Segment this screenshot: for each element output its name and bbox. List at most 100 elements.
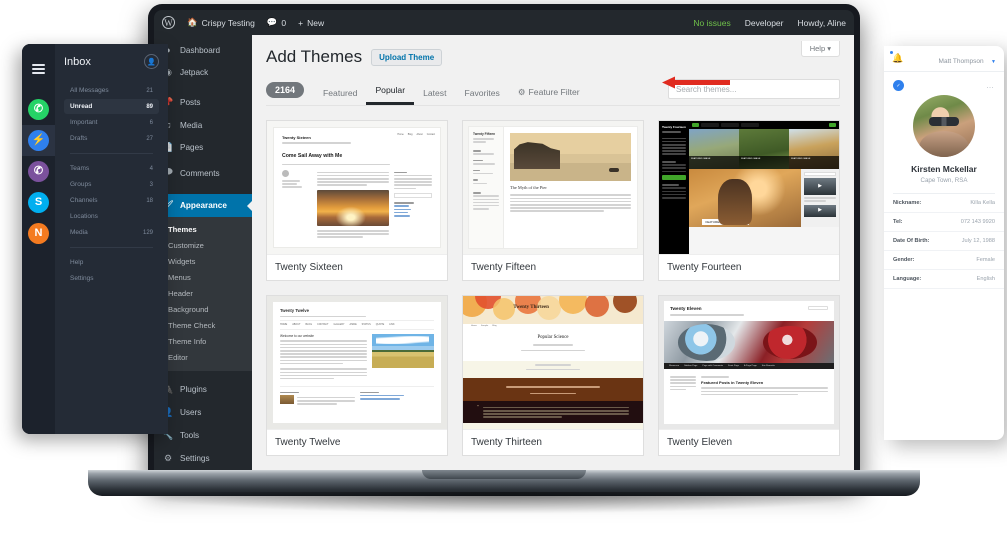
upload-theme-button[interactable]: Upload Theme	[371, 48, 443, 66]
sidebar-item-plugins[interactable]: 🔌 Plugins	[154, 378, 252, 401]
sidebar-item-pages[interactable]: 📄 Pages	[154, 136, 252, 159]
whatsapp-icon: ✆	[28, 99, 49, 120]
theme-card[interactable]: Twenty Sixteen Home Blog About Contact Come…	[266, 120, 448, 281]
chat-nav-unread[interactable]: Unread 89	[64, 99, 159, 114]
sidebar-item-settings[interactable]: ⚙ Settings	[154, 447, 252, 470]
feature-filter-button[interactable]: ⚙ Feature Filter	[509, 83, 589, 105]
theme-card[interactable]: Twenty Thirteen Home Sample Blog Popular S…	[462, 295, 644, 456]
sidebar-label: Jetpack	[180, 68, 209, 77]
theme-filter-bar: 2164 Featured Popular Latest Favorites ⚙…	[266, 79, 840, 106]
chat-list-panel: Inbox 👤 All Messages 21 Unread 89 Import…	[55, 44, 168, 434]
new-content-button[interactable]: + New	[298, 18, 324, 28]
sidebar-item-appearance[interactable]: 🖌 Appearance	[154, 194, 252, 217]
wp-main-content: Help ▾ Add Themes Upload Theme 2164 Feat…	[252, 35, 854, 476]
wp-admin-sidebar: ◑ Dashboard ◉ Jetpack 📌 Posts ♫ Media	[154, 35, 252, 476]
account-menu-button[interactable]: Matt Thompson ▼	[939, 50, 996, 68]
no-issues-status[interactable]: No issues	[693, 18, 730, 28]
theme-preview-twenty-fourteen: Twenty Fourteen FEATURED IMAGE FEATURED …	[659, 121, 839, 254]
nav-label: Channels	[70, 197, 98, 204]
site-name-button[interactable]: 🏠 Crispy Testing	[187, 17, 255, 28]
app-rail-item-nimbuzz[interactable]: N	[22, 218, 55, 249]
theme-count-badge: 2164	[266, 82, 305, 98]
tab-popular[interactable]: Popular	[366, 81, 415, 105]
wordpress-logo-button[interactable]: W	[162, 16, 175, 29]
chat-nav-locations[interactable]: Locations	[64, 209, 159, 224]
submenu-item-editor[interactable]: Editor	[154, 349, 252, 365]
field-value: Female	[976, 257, 995, 263]
gear-icon: ⚙	[517, 87, 526, 97]
submenu-item-theme-check[interactable]: Theme Check	[154, 317, 252, 333]
submenu-item-theme-info[interactable]: Theme Info	[154, 333, 252, 349]
sidebar-label: Users	[180, 408, 202, 417]
chat-nav-drafts[interactable]: Drafts 27	[64, 131, 159, 146]
preview-search-box	[808, 306, 828, 310]
sidebar-separator	[154, 371, 252, 378]
chat-nav-help[interactable]: Help	[64, 255, 159, 270]
home-icon: 🏠	[187, 17, 198, 27]
contact-field-list: Nickname: Killa Kella Tel: 072 143 9920 …	[884, 194, 1004, 289]
submenu-item-header[interactable]: Header	[154, 285, 252, 301]
sidebar-item-dashboard[interactable]: ◑ Dashboard	[154, 39, 252, 61]
tab-latest[interactable]: Latest	[414, 84, 455, 105]
nav-count: 89	[146, 103, 153, 110]
submenu-item-background[interactable]: Background	[154, 301, 252, 317]
sidebar-item-comments[interactable]: 🗩 Comments	[154, 159, 252, 187]
contact-field-gender: Gender: Female	[884, 251, 1004, 270]
comments-button[interactable]: 💬 0	[267, 17, 286, 28]
page-title: Add Themes	[266, 47, 363, 66]
chat-nav-media[interactable]: Media 129	[64, 225, 159, 240]
sidebar-item-users[interactable]: 👤 Users	[154, 401, 252, 424]
add-person-icon[interactable]: 👤	[144, 54, 159, 69]
submenu-item-customize[interactable]: Customize	[154, 237, 252, 253]
appearance-submenu: Themes Customize Widgets Menus Header Ba…	[154, 217, 252, 371]
preview-hero-image	[317, 190, 389, 227]
theme-preview-twenty-sixteen: Twenty Sixteen Home Blog About Contact Come…	[267, 121, 447, 254]
theme-card[interactable]: Twenty Fourteen FEATURED IMAGE FEATURED …	[658, 120, 840, 281]
theme-card[interactable]: Twenty Fifteen The Myth of the Pier Twen…	[462, 120, 644, 281]
nav-label: Important	[70, 119, 98, 126]
theme-card[interactable]: Twenty Twelve HOME ABOUT BLOG CONTACT GALLER…	[266, 295, 448, 456]
nav-count: 3	[149, 181, 153, 188]
sidebar-label: Settings	[180, 454, 210, 463]
app-rail-item-skype[interactable]: S	[22, 187, 55, 218]
sidebar-item-tools[interactable]: 🔧 Tools	[154, 424, 252, 447]
theme-screenshot: Twenty Sixteen Home Blog About Contact Come…	[267, 121, 447, 254]
submenu-item-themes[interactable]: Themes	[154, 221, 252, 237]
sidebar-item-media[interactable]: ♫ Media	[154, 114, 252, 136]
sidebar-label: Media	[180, 120, 203, 130]
theme-card[interactable]: Twenty Eleven Showcase Sidebar Page Page w…	[658, 295, 840, 456]
nav-label: Unread	[70, 103, 93, 110]
submenu-item-menus[interactable]: Menus	[154, 269, 252, 285]
nav-label: Drafts	[70, 135, 88, 142]
nav-label: Teams	[70, 165, 90, 172]
preview-site-title: Twenty Fifteen	[473, 132, 496, 136]
tab-featured[interactable]: Featured	[314, 84, 366, 105]
account-menu[interactable]: Howdy, Aline	[797, 18, 846, 28]
app-rail-item-viber[interactable]: ✆	[22, 156, 55, 187]
more-options-icon[interactable]: …	[986, 81, 995, 90]
contact-profile: ✓ … Kirsten Mckellar Cape Town, RSA	[884, 72, 1004, 194]
app-rail-item-whatsapp[interactable]: ✆	[22, 94, 55, 125]
hamburger-menu-button[interactable]	[22, 54, 55, 84]
chat-nav-all-messages[interactable]: All Messages 21	[64, 83, 159, 98]
field-key: Nickname:	[893, 200, 922, 206]
submenu-item-widgets[interactable]: Widgets	[154, 253, 252, 269]
field-value: English	[976, 276, 995, 282]
tab-favorites[interactable]: Favorites	[455, 84, 508, 105]
chat-nav-settings[interactable]: Settings	[64, 271, 159, 286]
sidebar-item-jetpack[interactable]: ◉ Jetpack	[154, 61, 252, 84]
bell-icon[interactable]: 🔔	[889, 51, 903, 64]
chat-nav-important[interactable]: Important 6	[64, 115, 159, 130]
preview-nav: HOME ABOUT BLOG CONTACT GALLERY ASIDE STATUS QU…	[280, 320, 434, 330]
app-rail-item-messenger[interactable]: ⚡	[22, 125, 55, 156]
chat-nav-groups[interactable]: Groups 3	[64, 177, 159, 192]
chat-header: Inbox 👤	[64, 54, 159, 69]
sidebar-item-posts[interactable]: 📌 Posts	[154, 91, 252, 114]
chat-nav-channels[interactable]: Channels 18	[64, 193, 159, 208]
chat-nav-teams[interactable]: Teams 4	[64, 161, 159, 176]
chevron-down-icon: ▼	[991, 58, 996, 65]
preview-header-image: Twenty Thirteen	[463, 296, 643, 324]
developer-menu[interactable]: Developer	[745, 18, 784, 28]
help-tab-button[interactable]: Help ▾	[800, 41, 840, 57]
screenshot-stage: W 🏠 Crispy Testing 💬 0 + New No issues D…	[0, 0, 1007, 546]
